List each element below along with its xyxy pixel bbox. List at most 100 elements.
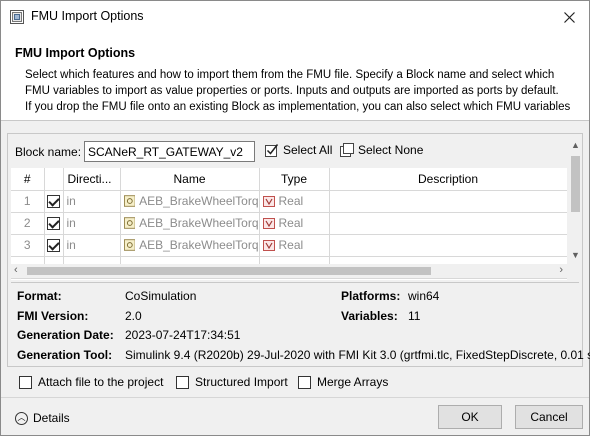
variable-icon [123, 217, 136, 229]
platforms-value: win64 [408, 289, 440, 303]
table-row[interactable]: 3 in AEB_BrakeWheelTorq Real [11, 234, 567, 257]
variables-label: Variables: [341, 309, 398, 323]
row-name: AEB_BrakeWheelTorq [139, 194, 259, 208]
column-header-select[interactable] [44, 168, 64, 191]
fmi-version-label: FMI Version: [17, 309, 89, 323]
select-all-label: Select All [283, 143, 333, 157]
structured-import-checkbox[interactable] [176, 375, 189, 389]
details-label: Details [33, 411, 70, 425]
row-number: 3 [11, 234, 45, 257]
select-none-button[interactable]: Select None [340, 143, 423, 157]
row-name: AEB_BrakeWheelTorq [139, 216, 259, 230]
scroll-right-icon[interactable]: › [559, 264, 563, 276]
header-panel: FMU Import Options Select which features… [1, 33, 589, 121]
row-type: Real [278, 238, 304, 252]
column-header-type[interactable]: Type [259, 168, 330, 191]
row-description [329, 190, 567, 213]
scroll-left-icon[interactable]: ‹ [14, 264, 18, 276]
close-button[interactable] [549, 1, 589, 33]
scroll-down-icon[interactable]: ▼ [571, 250, 580, 260]
header-description: Select which features and how to import … [25, 67, 580, 115]
row-direction: in [63, 190, 121, 213]
row-type-cell: Real [259, 212, 330, 235]
description-line: FMU variables to import as value propert… [25, 85, 559, 97]
merge-arrays-option[interactable]: Merge Arrays [298, 375, 388, 389]
details-toggle[interactable]: ︿ Details [15, 411, 70, 425]
footer-divider [1, 397, 589, 398]
description-line: If you drop the FMU file onto an existin… [25, 101, 571, 113]
vertical-scrollbar[interactable]: ▲ ▼ [569, 138, 581, 262]
fmu-import-dialog: FMU Import Options FMU Import Options Se… [0, 0, 590, 436]
select-none-icon [340, 143, 354, 157]
attach-file-label: Attach file to the project [38, 375, 164, 389]
vertical-scroll-thumb[interactable] [571, 156, 580, 212]
variable-icon [123, 239, 136, 251]
structured-import-option[interactable]: Structured Import [176, 375, 288, 389]
variables-value: 11 [408, 309, 421, 323]
row-number: 1 [11, 190, 45, 213]
scroll-up-icon[interactable]: ▲ [571, 140, 580, 150]
row-checkbox-cell [44, 234, 64, 257]
column-header-name[interactable]: Name [120, 168, 260, 191]
attach-file-option[interactable]: Attach file to the project [19, 375, 163, 389]
column-header-direction[interactable]: Directi... [63, 168, 121, 191]
format-label: Format: [17, 289, 62, 303]
import-panel: Block name: Select All Select None [7, 133, 590, 367]
row-name-cell: AEB_BrakeWheelTorq [120, 234, 260, 257]
cancel-button[interactable]: Cancel [515, 405, 583, 429]
close-icon [563, 11, 575, 23]
row-description [329, 234, 567, 257]
row-name: AEB_BrakeWheelTorq [139, 238, 259, 252]
ok-button[interactable]: OK [438, 405, 502, 429]
generation-tool-label: Generation Tool: [17, 348, 113, 362]
row-type: Real [278, 216, 304, 230]
table-row[interactable]: 1 in AEB_BrakeWheelTorq Real [11, 190, 567, 213]
row-name-cell: AEB_BrakeWheelTorq [120, 212, 260, 235]
row-description [329, 212, 567, 235]
row-checkbox[interactable] [47, 239, 60, 253]
attach-file-checkbox[interactable] [19, 375, 32, 389]
variable-icon [123, 195, 136, 207]
platforms-label: Platforms: [341, 289, 401, 303]
real-type-icon [262, 195, 275, 207]
row-direction: in [63, 212, 121, 235]
column-header-description[interactable]: Description [329, 168, 567, 191]
window-title: FMU Import Options [31, 9, 144, 23]
chevron-up-circle-icon: ︿ [15, 411, 28, 425]
structured-import-label: Structured Import [195, 375, 288, 389]
table-header-row: # Directi... Name Type Description [11, 168, 567, 191]
fmu-info-section: Format: CoSimulation Platforms: win64 FM… [11, 282, 590, 364]
horizontal-scrollbar[interactable]: ‹ › [11, 264, 567, 278]
merge-arrays-checkbox[interactable] [298, 375, 311, 389]
row-checkbox-cell [44, 190, 64, 213]
title-bar: FMU Import Options [1, 1, 589, 33]
row-checkbox-cell [44, 212, 64, 235]
select-none-label: Select None [358, 143, 424, 157]
fmi-version-value: 2.0 [125, 309, 142, 323]
column-header-number[interactable]: # [11, 168, 45, 191]
row-number: 2 [11, 212, 45, 235]
select-all-icon [265, 144, 279, 157]
horizontal-scroll-thumb[interactable] [27, 267, 431, 275]
block-name-input[interactable] [84, 141, 255, 162]
header-title: FMU Import Options [15, 46, 136, 60]
table-row[interactable]: 2 in AEB_BrakeWheelTorq Real [11, 212, 567, 235]
row-type-cell: Real [259, 190, 330, 213]
import-options: Attach file to the project Structured Im… [19, 375, 579, 391]
row-type: Real [278, 194, 304, 208]
merge-arrays-label: Merge Arrays [317, 375, 389, 389]
row-name-cell: AEB_BrakeWheelTorq [120, 190, 260, 213]
row-type-cell: Real [259, 234, 330, 257]
generation-tool-value: Simulink 9.4 (R2020b) 29-Jul-2020 with F… [125, 348, 590, 362]
select-all-button[interactable]: Select All [265, 143, 332, 157]
row-checkbox[interactable] [47, 195, 60, 209]
row-checkbox[interactable] [47, 217, 60, 231]
generation-date-value: 2023-07-24T17:34:51 [125, 328, 241, 342]
real-type-icon [262, 239, 275, 251]
fmu-app-icon [10, 10, 24, 24]
format-value: CoSimulation [125, 289, 197, 303]
generation-date-label: Generation Date: [17, 328, 114, 342]
block-name-label: Block name: [15, 145, 82, 159]
real-type-icon [262, 217, 275, 229]
row-direction: in [63, 234, 121, 257]
